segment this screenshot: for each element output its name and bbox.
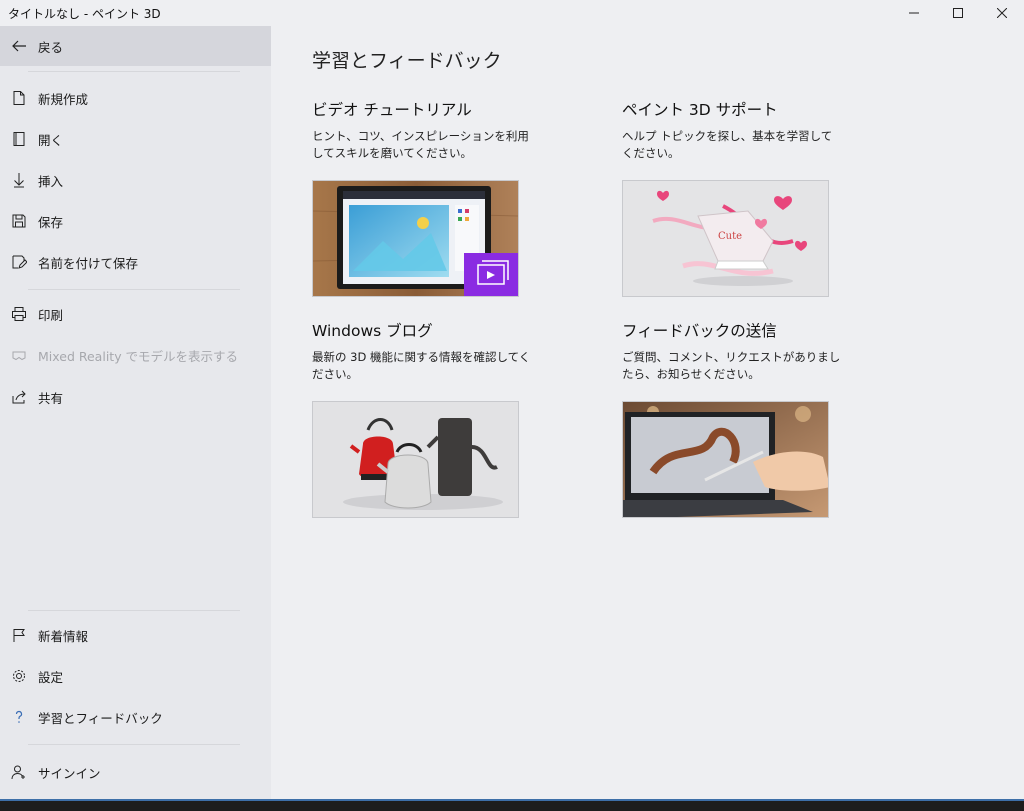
sidebar-item-new[interactable]: 新規作成 [0,78,271,118]
open-file-icon [0,131,38,147]
gear-icon [0,668,38,684]
printer-icon [0,306,38,322]
user-add-icon [0,764,38,780]
sneaker-hearts-image: Cute [623,181,828,296]
card-paint-3d-support[interactable]: ペイント 3D サポート ヘルプ トピックを探し、基本を学習してください。 Cu… [622,98,902,297]
sidebar-item-label: 開く [38,132,64,148]
divider [28,71,240,72]
card-windows-blog[interactable]: Windows ブログ 最新の 3D 機能に関する情報を確認してください。 [312,319,592,518]
sidebar-item-settings[interactable]: 設定 [0,656,271,696]
back-button[interactable]: 戻る [0,26,271,66]
sidebar-item-label: 設定 [38,669,64,685]
card-video-tutorials[interactable]: ビデオ チュートリアル ヒント、コツ、インスピレーションを利用してスキルを磨いて… [312,98,592,297]
new-file-icon [0,90,38,106]
card-description: ご質問、コメント、リクエストがありましたら、お知らせください。 [622,350,841,381]
sidebar-item-save-as[interactable]: 名前を付けて保存 [0,242,271,282]
close-button[interactable] [980,0,1024,26]
insert-arrow-icon [0,172,38,188]
minimize-icon [909,12,919,14]
sidebar-item-label: 保存 [38,214,64,230]
sidebar-item-print[interactable]: 印刷 [0,294,271,334]
title-bar: タイトルなし - ペイント 3D [0,0,1024,26]
card-description: 最新の 3D 機能に関する情報を確認してください。 [312,350,531,381]
maximize-icon [953,8,963,18]
card-title: ビデオ チュートリアル [312,101,472,119]
sidebar-item-label: 新規作成 [38,91,89,107]
page-title: 学習とフィードバック [312,50,502,72]
back-arrow-icon [0,38,38,54]
sidebar-item-label: 挿入 [38,173,64,189]
tablet-wood-image [313,181,518,296]
sidebar-item-save[interactable]: 保存 [0,201,271,241]
sidebar-item-label: 共有 [38,390,64,406]
sidebar-item-share[interactable]: 共有 [0,377,271,417]
sidebar-item-mixed-reality: Mixed Reality でモデルを表示する [0,335,271,375]
mixed-reality-icon [0,347,38,363]
windows-blog-thumbnail[interactable] [312,401,519,518]
divider [28,744,240,745]
kettles-image [313,402,518,517]
video-tutorial-thumbnail[interactable] [312,180,519,297]
window-title: タイトルなし - ペイント 3D [8,6,161,21]
window-controls [892,0,1024,26]
back-label: 戻る [38,39,64,55]
sidebar-item-label: Mixed Reality でモデルを表示する [38,348,239,364]
share-icon [0,389,38,405]
laptop-pen-image [623,402,828,517]
card-send-feedback[interactable]: フィードバックの送信 ご質問、コメント、リクエストがありましたら、お知らせくださ… [622,319,902,518]
flag-icon [0,627,38,643]
card-description: ヘルプ トピックを探し、基本を学習してください。 [622,129,833,160]
save-icon [0,213,38,229]
sidebar: 戻る 新規作成 開く 挿入 保存 名前を付けて保存 印刷 Mixed Reali… [0,26,271,799]
sidebar-item-label: サインイン [38,765,101,781]
taskbar [0,799,1024,811]
help-icon [0,709,38,725]
save-as-icon [0,254,38,270]
sidebar-item-label: 学習とフィードバック [38,710,163,726]
sidebar-item-label: 名前を付けて保存 [38,255,139,271]
sidebar-item-label: 新着情報 [38,628,89,644]
sidebar-item-open[interactable]: 開く [0,119,271,159]
main-content: 学習とフィードバック ビデオ チュートリアル ヒント、コツ、インスピレーションを… [271,26,1024,799]
close-icon [997,8,1007,18]
sidebar-item-whats-new[interactable]: 新着情報 [0,615,271,655]
sidebar-item-sign-in[interactable]: サインイン [0,752,271,792]
svg-text:Cute: Cute [718,231,742,242]
sidebar-item-label: 印刷 [38,307,64,323]
send-feedback-thumbnail[interactable] [622,401,829,518]
card-title: フィードバックの送信 [622,322,777,340]
card-title: ペイント 3D サポート [622,101,778,119]
card-title: Windows ブログ [312,322,433,340]
minimize-button[interactable] [892,0,936,26]
card-description: ヒント、コツ、インスピレーションを利用してスキルを磨いてください。 [312,129,529,160]
maximize-button[interactable] [936,0,980,26]
divider [28,289,240,290]
sidebar-item-insert[interactable]: 挿入 [0,160,271,200]
divider [28,610,240,611]
paint-3d-support-thumbnail[interactable]: Cute [622,180,829,297]
sidebar-item-feedback[interactable]: 学習とフィードバック [0,697,271,737]
